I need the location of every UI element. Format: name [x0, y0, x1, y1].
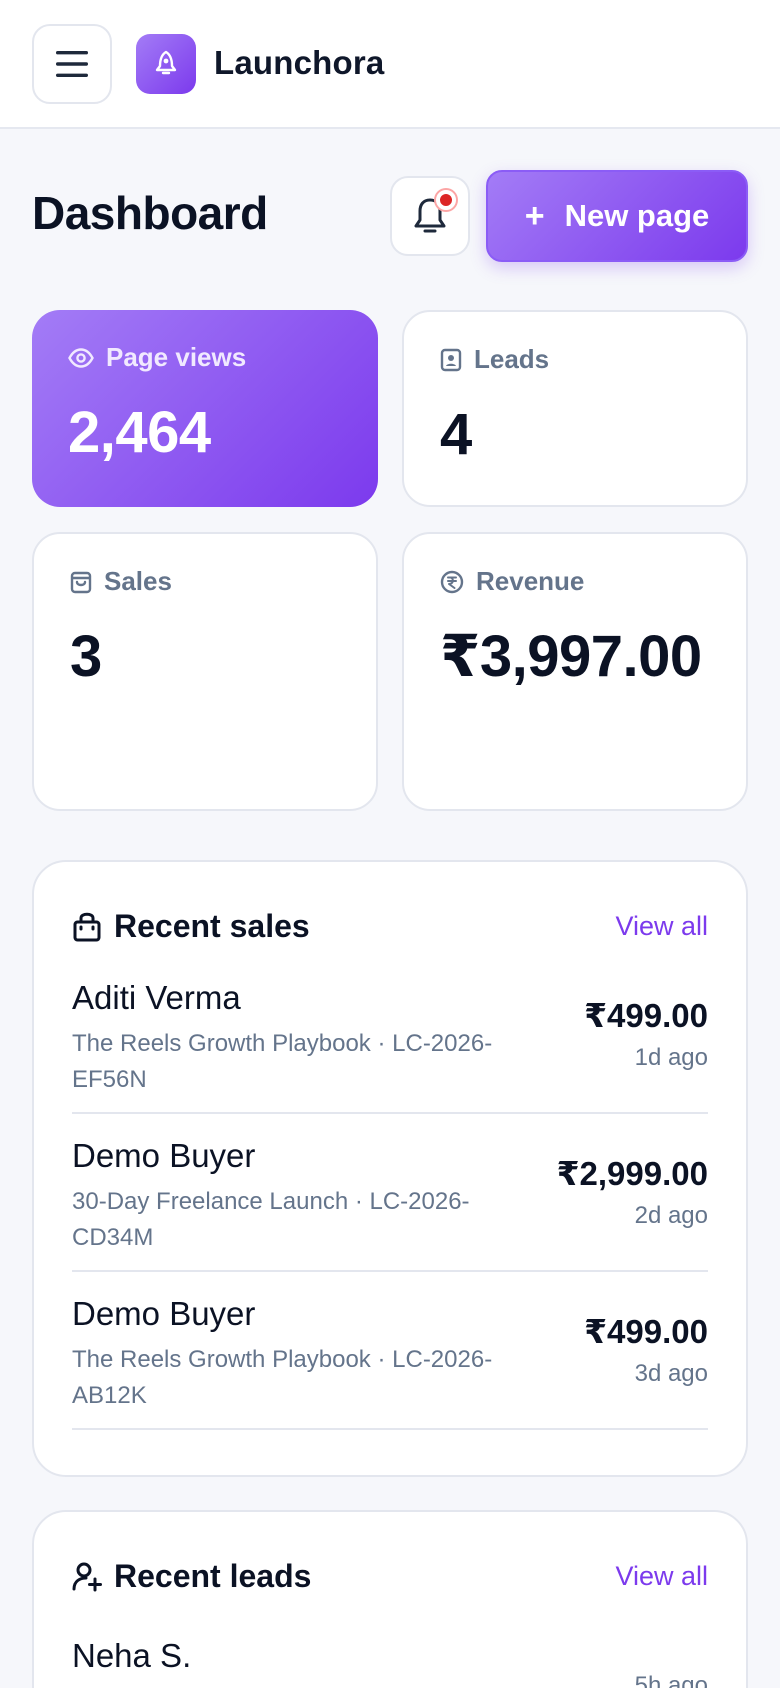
- stat-label-row: Page views: [68, 342, 342, 373]
- recent-sales-title: Recent sales: [114, 907, 310, 944]
- sale-row[interactable]: Aditi Verma The Reels Growth Playbook · …: [72, 956, 708, 1114]
- stat-value: 2,464: [68, 400, 211, 465]
- lead-name: Neha S.: [72, 1637, 192, 1674]
- sale-amount: ₹2,999.00: [556, 1155, 708, 1192]
- card-header: Recent sales View all: [72, 896, 708, 956]
- stat-label: Sales: [104, 566, 172, 596]
- sale-meta: ₹499.00 3d ago: [584, 1294, 708, 1392]
- sale-info: Aditi Verma The Reels Growth Playbook · …: [72, 978, 532, 1098]
- recent-leads-title: Recent leads: [114, 1557, 312, 1594]
- rupee-circle-icon: [440, 570, 464, 593]
- recent-leads-card: Recent leads View all Neha S. 5h ago: [32, 1510, 748, 1688]
- new-page-button[interactable]: + New page: [486, 170, 748, 262]
- stat-label-row: Sales: [70, 566, 340, 597]
- notification-badge: [436, 190, 456, 210]
- sale-meta: ₹2,999.00 2d ago: [557, 1136, 708, 1234]
- buyer-name: Demo Buyer: [72, 1295, 256, 1332]
- card-title: Recent leads: [72, 1558, 311, 1595]
- card-header: Recent leads View all: [72, 1546, 708, 1606]
- stat-label: Revenue: [476, 566, 585, 596]
- lock-bag-icon: [73, 912, 101, 942]
- sale-time: 2d ago: [634, 1202, 708, 1229]
- stat-card-page-views[interactable]: Page views 2,464: [32, 310, 378, 507]
- hamburger-menu-icon: [56, 51, 88, 77]
- buyer-name: Demo Buyer: [72, 1137, 256, 1174]
- stat-label: Leads: [474, 344, 550, 374]
- notifications-button[interactable]: [390, 176, 470, 256]
- sale-info: Demo Buyer The Reels Growth Playbook · L…: [72, 1294, 532, 1414]
- app-name: Launchora: [214, 44, 385, 81]
- stat-value: 3: [70, 624, 102, 689]
- lead-meta: 5h ago: [635, 1636, 708, 1688]
- sale-time: 1d ago: [634, 1044, 708, 1071]
- stat-card-sales[interactable]: Sales 3: [32, 532, 378, 811]
- top-bar: Launchora: [0, 0, 780, 129]
- recent-sales-card: Recent sales View all Aditi Verma The Re…: [32, 860, 748, 1477]
- contact-book-icon: [440, 348, 462, 371]
- card-title: Recent sales: [72, 908, 310, 945]
- rocket-bell-logo-icon: [155, 50, 177, 75]
- menu-button[interactable]: [32, 24, 112, 104]
- user-plus-icon: [72, 1562, 102, 1592]
- stat-value: 4: [440, 402, 472, 467]
- sale-amount: ₹499.00: [584, 997, 708, 1034]
- stat-label: Page views: [106, 342, 247, 372]
- plus-icon: +: [524, 196, 545, 235]
- sale-row[interactable]: Demo Buyer 30-Day Freelance Launch · LC-…: [72, 1114, 708, 1272]
- sale-amount: ₹499.00: [584, 1313, 708, 1350]
- stat-value: ₹3,997.00: [440, 624, 702, 689]
- sale-detail: The Reels Growth Playbook · LC-2026-EF56…: [72, 1030, 493, 1093]
- shopping-bag-icon: [70, 571, 92, 593]
- stat-card-revenue[interactable]: Revenue ₹3,997.00: [402, 532, 748, 811]
- stat-label-row: Leads: [440, 344, 710, 375]
- lead-time: 5h ago: [634, 1672, 708, 1688]
- new-page-label: New page: [564, 198, 710, 233]
- eye-icon: [68, 347, 94, 368]
- sale-detail: 30-Day Freelance Launch · LC-2026-CD34M: [72, 1188, 470, 1251]
- leads-view-all-link[interactable]: View all: [615, 1561, 708, 1592]
- stat-card-leads[interactable]: Leads 4: [402, 310, 748, 507]
- sale-info: Demo Buyer 30-Day Freelance Launch · LC-…: [72, 1136, 532, 1256]
- sale-meta: ₹499.00 1d ago: [584, 978, 708, 1076]
- sale-time: 3d ago: [634, 1360, 708, 1387]
- sale-detail: The Reels Growth Playbook · LC-2026-AB12…: [72, 1346, 493, 1409]
- page-title: Dashboard: [32, 187, 268, 239]
- sale-row[interactable]: Demo Buyer The Reels Growth Playbook · L…: [72, 1272, 708, 1430]
- buyer-name: Aditi Verma: [72, 979, 241, 1016]
- stat-label-row: Revenue: [440, 566, 710, 597]
- lead-row[interactable]: Neha S. 5h ago: [72, 1606, 708, 1688]
- app-logo[interactable]: [136, 34, 196, 94]
- sales-view-all-link[interactable]: View all: [615, 911, 708, 942]
